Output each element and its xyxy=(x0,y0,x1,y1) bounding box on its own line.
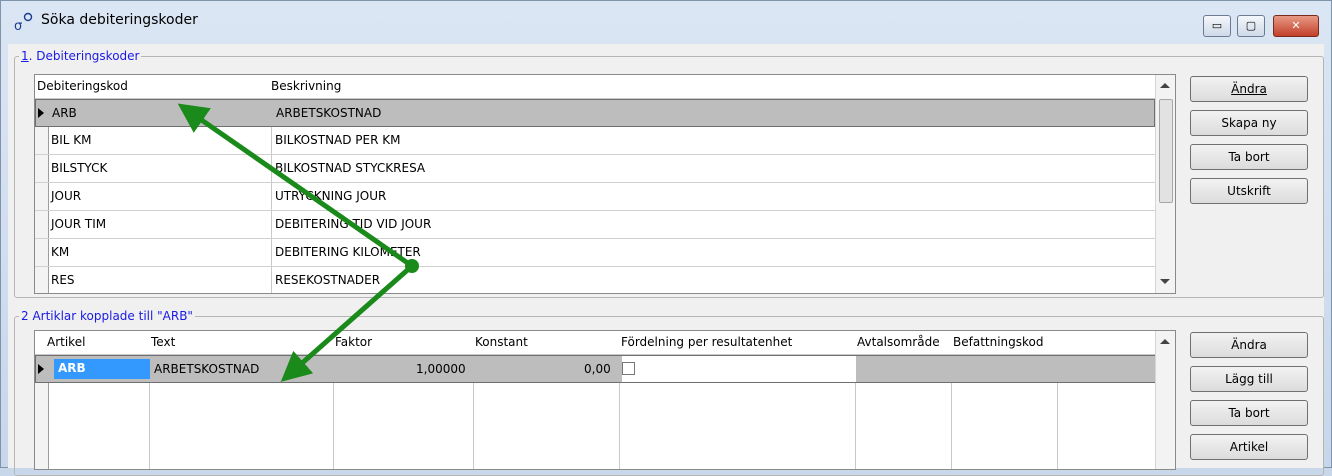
legend-number-1: 1 xyxy=(21,49,29,63)
scroll-up-icon[interactable] xyxy=(1160,83,1170,88)
cell-code: ARB xyxy=(52,106,77,120)
ta-bort-button-label: Ta bort xyxy=(1228,150,1270,164)
grid-header: Artikel Text Faktor Konstant Fördelning … xyxy=(35,331,1175,355)
cell-description: RESEKOSTNADER xyxy=(275,273,381,287)
column-header-artikel[interactable]: Artikel xyxy=(47,335,85,349)
scroll-thumb[interactable] xyxy=(1159,99,1173,203)
scroll-up-icon[interactable] xyxy=(1160,339,1170,344)
skapa-ny-button[interactable]: Skapa ny xyxy=(1190,110,1308,136)
cell-description: BILKOSTNAD STYCKRESA xyxy=(275,161,426,175)
column-header-debiteringskod[interactable]: Debiteringskod xyxy=(37,79,128,93)
table-row[interactable]: BILSTYCK BILKOSTNAD STYCKRESA xyxy=(35,155,1155,183)
artikel-button-label: Artikel xyxy=(1229,440,1269,454)
cell-konstant: 0,00 xyxy=(584,362,611,376)
cell-description: UTRYCKNING JOUR xyxy=(275,189,387,203)
lagg-till-button-label: Lägg till xyxy=(1225,372,1273,386)
cell-code: JOUR TIM xyxy=(51,217,107,231)
ta-bort-button[interactable]: Ta bort xyxy=(1190,144,1308,170)
cell-faktor: 1,00000 xyxy=(416,362,466,376)
vertical-scrollbar[interactable] xyxy=(1155,75,1175,293)
column-header-befattningskod[interactable]: Befattningskod xyxy=(953,335,1044,349)
column-header-beskrivning[interactable]: Beskrivning xyxy=(271,79,341,93)
cell-code: BIL KM xyxy=(51,133,92,147)
group-legend-1: 1. Debiteringskoder xyxy=(19,48,142,64)
cell-description: ARBETSKOSTNAD xyxy=(276,106,382,120)
andra-button-2[interactable]: Ändra xyxy=(1190,332,1308,358)
table-row[interactable]: ARB ARBETSKOSTNAD 1,00000 0,00 xyxy=(35,355,1158,383)
andra-button[interactable]: Ändra xyxy=(1190,76,1308,102)
window-title: Söka debiteringskoder xyxy=(41,12,198,28)
cell-text: ARBETSKOSTNAD xyxy=(154,362,260,376)
debiteringskoder-grid[interactable]: Debiteringskod Beskrivning ARB ARBETSKOS… xyxy=(34,74,1176,294)
column-header-fordelning[interactable]: Fördelning per resultatenhet xyxy=(621,335,792,349)
svg-text:σ: σ xyxy=(14,19,22,33)
column-header-faktor[interactable]: Faktor xyxy=(335,335,372,349)
table-row[interactable]: BIL KM BILKOSTNAD PER KM xyxy=(35,127,1155,155)
close-button[interactable]: ✕ xyxy=(1273,15,1319,37)
andra-button-2-label: Ändra xyxy=(1231,338,1267,352)
cell-description: DEBITERING KILOMETER xyxy=(275,245,421,259)
utskrift-button-label: Utskrift xyxy=(1227,184,1271,198)
maximize-icon: ▢ xyxy=(1245,19,1257,32)
group-legend-2: 2 Artiklar kopplade till "ARB" xyxy=(19,308,195,324)
close-icon: ✕ xyxy=(1291,19,1301,32)
cell-code: BILSTYCK xyxy=(51,161,108,175)
andra-button-label: Ändra xyxy=(1231,82,1267,96)
grid-header: Debiteringskod Beskrivning xyxy=(35,75,1175,99)
current-row-marker-icon xyxy=(38,108,44,118)
maximize-button[interactable]: ▢ xyxy=(1237,15,1265,37)
minimize-button[interactable]: ▭ xyxy=(1203,15,1231,37)
utskrift-button[interactable]: Utskrift xyxy=(1190,178,1308,204)
table-row[interactable]: JOUR TIM DEBITERING TID VID JOUR xyxy=(35,211,1155,239)
cell-code: JOUR xyxy=(51,189,82,203)
cell-description: BILKOSTNAD PER KM xyxy=(275,133,401,147)
cell-code: KM xyxy=(51,245,70,259)
vertical-scrollbar[interactable] xyxy=(1155,331,1175,469)
table-row[interactable]: KM DEBITERING KILOMETER xyxy=(35,239,1155,267)
fordelning-checkbox[interactable] xyxy=(622,362,635,375)
lagg-till-button[interactable]: Lägg till xyxy=(1190,366,1308,392)
artikel-button[interactable]: Artikel xyxy=(1190,434,1308,460)
minimize-icon: ▭ xyxy=(1211,19,1223,32)
app-icon: σ xyxy=(14,12,33,33)
column-header-avtalsomrade[interactable]: Avtalsområde xyxy=(857,335,940,349)
legend-text-1: . Debiteringskoder xyxy=(28,49,140,63)
table-row[interactable]: ARB ARBETSKOSTNAD xyxy=(35,99,1155,127)
table-row[interactable]: JOUR UTRYCKNING JOUR xyxy=(35,183,1155,211)
scroll-down-icon[interactable] xyxy=(1160,279,1170,284)
avtal-befattning-cell xyxy=(856,356,1158,382)
legend-text-2: 2 Artiklar kopplade till "ARB" xyxy=(21,309,193,323)
current-row-marker-icon xyxy=(38,364,44,374)
skapa-ny-button-label: Skapa ny xyxy=(1221,116,1277,130)
cell-code: RES xyxy=(51,273,75,287)
table-row[interactable]: RES RESEKOSTNADER xyxy=(35,267,1155,293)
column-header-text[interactable]: Text xyxy=(151,335,175,349)
ta-bort-button-2-label: Ta bort xyxy=(1228,406,1270,420)
column-header-konstant[interactable]: Konstant xyxy=(475,335,528,349)
artiklar-grid[interactable]: Artikel Text Faktor Konstant Fördelning … xyxy=(34,330,1176,470)
title-bar[interactable]: σ Söka debiteringskoder ▭ ▢ ✕ xyxy=(1,1,1331,41)
ta-bort-button-2[interactable]: Ta bort xyxy=(1190,400,1308,426)
artikel-edit-cell[interactable]: ARB xyxy=(54,359,150,379)
cell-description: DEBITERING TID VID JOUR xyxy=(275,217,432,231)
